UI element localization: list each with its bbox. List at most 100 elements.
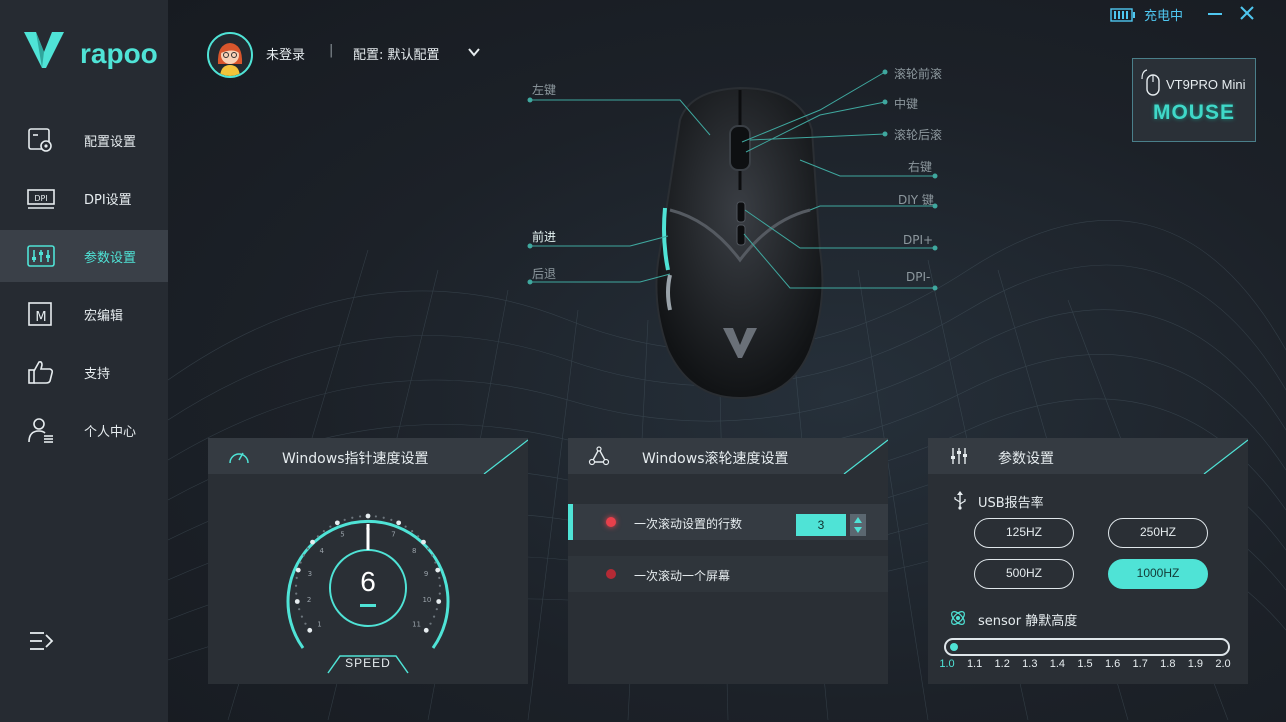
rate-500hz-button[interactable]: 500HZ	[974, 559, 1074, 589]
lines-stepper[interactable]: 3	[796, 514, 866, 536]
radio-dot[interactable]	[606, 517, 616, 527]
sensor-tick-label[interactable]: 1.2	[990, 658, 1014, 670]
gauge-dot	[421, 539, 426, 545]
avatar-image	[209, 34, 251, 76]
callout-dpi-plus[interactable]: DPI+	[903, 233, 933, 247]
gauge-scale-label: 7	[391, 531, 395, 539]
dpi-icon: DPI	[27, 189, 55, 209]
option-label: 一次滚动设置的行数	[634, 517, 743, 531]
gauge-scale-label: 10	[422, 596, 431, 604]
sensor-tick-label[interactable]: 1.6	[1101, 658, 1125, 670]
rate-250hz-button[interactable]: 250HZ	[1108, 518, 1208, 548]
login-status[interactable]: 未登录	[266, 44, 305, 63]
gauge-minor-dot	[432, 615, 436, 618]
header-separator: |	[329, 43, 334, 58]
sensor-tick-label[interactable]: 1.0	[935, 658, 959, 670]
gauge-minor-dot	[390, 518, 393, 521]
gauge-dot	[436, 599, 442, 604]
gauge-minor-dot	[434, 561, 437, 564]
sensor-tick-label[interactable]: 1.9	[1183, 658, 1207, 670]
gauge-dot	[423, 627, 429, 633]
sensor-tick-label[interactable]: 1.8	[1156, 658, 1180, 670]
sensor-tick-label[interactable]: 1.5	[1073, 658, 1097, 670]
close-icon[interactable]	[1238, 4, 1256, 22]
callout-back[interactable]: 后退	[532, 265, 556, 282]
stepper-arrows-icon[interactable]	[850, 514, 866, 536]
sensor-tick-label[interactable]: 1.1	[963, 658, 987, 670]
brand-name: rapoo	[80, 38, 158, 69]
gauge-scale-label: 1	[317, 620, 321, 628]
callout-diy-button[interactable]: DIY 键	[898, 191, 934, 208]
scroll-wheel-icon	[588, 446, 610, 466]
sidebar-item-params[interactable]: 参数设置	[0, 230, 168, 282]
gauge-minor-dot	[411, 530, 414, 533]
callout-scroll-down[interactable]: 滚轮后滚	[894, 126, 942, 143]
callout-dpi-minus[interactable]: DPI-	[906, 270, 930, 284]
usb-rate-label: USB报告率	[978, 496, 1044, 511]
active-indicator	[568, 504, 573, 540]
scroll-option-lines[interactable]: 一次滚动设置的行数 3	[568, 504, 888, 540]
gauge-minor-dot	[438, 584, 442, 587]
gauge-minor-dot	[295, 592, 298, 595]
lines-value[interactable]: 3	[796, 514, 846, 536]
sensor-tick-label[interactable]: 1.7	[1128, 658, 1152, 670]
equalizer-icon	[27, 245, 55, 267]
sidebar-item-user-center[interactable]: 个人中心	[0, 404, 168, 456]
panel-title: Windows滚轮速度设置	[642, 451, 789, 467]
sensor-tick-label[interactable]: 1.3	[1018, 658, 1042, 670]
pointer-speed-panel: Windows指针速度设置 1234567891011 6 SPEED	[208, 438, 528, 684]
option-label: 一次滚动一个屏幕	[634, 569, 731, 583]
gauge-minor-dot	[306, 547, 309, 550]
speedometer-icon	[229, 452, 249, 464]
svg-text:M: M	[35, 310, 46, 325]
sidebar-item-dpi[interactable]: DPI DPI设置	[0, 172, 168, 224]
gauge-dot	[294, 599, 300, 604]
sidebar-item-macro[interactable]: M 宏编辑	[0, 288, 168, 340]
slider-knob[interactable]	[950, 643, 958, 651]
sidebar-item-label: 支持	[84, 367, 111, 382]
macro-icon: M	[28, 302, 52, 326]
rate-1000hz-button[interactable]: 1000HZ	[1108, 559, 1208, 589]
gauge-scale-label: 9	[424, 570, 428, 578]
sidebar-item-label: 个人中心	[84, 425, 137, 440]
sensor-height-slider[interactable]	[944, 638, 1230, 656]
gauge-minor-dot	[374, 515, 378, 518]
rapoo-v-icon	[24, 32, 64, 68]
sensor-tick-label[interactable]: 2.0	[1211, 658, 1235, 670]
scroll-option-screen[interactable]: 一次滚动一个屏幕	[568, 556, 888, 592]
gauge-minor-dot	[329, 525, 332, 528]
sensor-scale: 1.0 1.1 1.2 1.3 1.4 1.5 1.6 1.7 1.8 1.9 2.0	[938, 658, 1238, 674]
gauge-dot	[307, 627, 313, 633]
gauge-minor-dot	[358, 515, 362, 518]
gauge-minor-dot	[322, 530, 325, 533]
sensor-tick-label[interactable]: 1.4	[1045, 658, 1069, 670]
radio-dot[interactable]	[606, 569, 616, 579]
minimize-icon[interactable]	[1206, 4, 1224, 22]
callout-forward[interactable]: 前进	[532, 228, 556, 245]
callout-middle-button[interactable]: 中键	[894, 95, 918, 112]
current-config: 配置: 默认配置	[353, 48, 440, 63]
gauge-minor-dot	[435, 608, 438, 611]
sidebar-item-support[interactable]: 支持	[0, 346, 168, 398]
callout-left-button[interactable]: 左键	[532, 81, 556, 98]
gauge-minor-dot	[295, 576, 298, 579]
avatar[interactable]	[207, 32, 253, 78]
gauge-minor-dot	[300, 615, 304, 618]
panel-title: Windows指针速度设置	[282, 451, 429, 467]
gauge-dot	[295, 567, 301, 573]
callout-right-button[interactable]: 右键	[908, 158, 932, 175]
callout-scroll-up[interactable]: 滚轮前滚	[894, 65, 942, 82]
device-card[interactable]: VT9PRO Mini MOUSE	[1132, 58, 1256, 142]
gauge-minor-dot	[316, 535, 319, 538]
chevron-down-icon[interactable]	[466, 44, 482, 60]
usb-icon	[954, 491, 966, 510]
sensor-height-label: sensor 静默高度	[978, 614, 1078, 629]
thumbs-up-icon	[28, 361, 54, 384]
sidebar-item-config[interactable]: 配置设置	[0, 114, 168, 166]
collapse-menu-icon[interactable]	[28, 630, 54, 652]
rate-125hz-button[interactable]: 125HZ	[974, 518, 1074, 548]
gauge-minor-dot	[299, 561, 302, 564]
gauge-minor-dot	[351, 516, 354, 519]
sidebar-item-label: 参数设置	[84, 251, 137, 266]
rapoo-logo: rapoo	[22, 30, 162, 70]
